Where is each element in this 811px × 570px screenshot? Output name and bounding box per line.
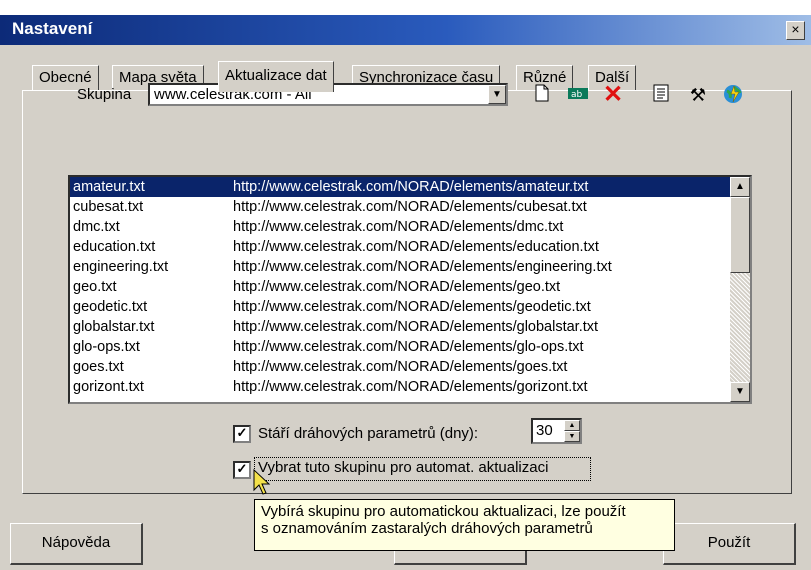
list-item[interactable]: engineering.txt http://www.celestrak.com/… [70, 257, 730, 277]
close-button[interactable]: × [786, 21, 805, 40]
list-item[interactable]: amateur.txt http://www.celestrak.com/NORA… [70, 177, 730, 197]
properties-icon[interactable] [649, 83, 673, 107]
list-item[interactable]: globalstar.txt http://www.celestrak.com/N… [70, 317, 730, 337]
spin-up-icon[interactable]: ▲ [564, 420, 580, 431]
list-item[interactable]: education.txt http://www.celestrak.com/NO… [70, 237, 730, 257]
spinner-buttons[interactable]: ▲ ▼ [564, 420, 580, 442]
scroll-thumb[interactable] [730, 197, 750, 273]
help-button[interactable]: Nápověda [10, 523, 143, 565]
age-checkbox[interactable]: ✓ [233, 425, 251, 443]
tab-data-update[interactable]: Aktualizace dat [218, 61, 334, 92]
list-item[interactable]: geodetic.txt http://www.celestrak.com/NOR… [70, 297, 730, 317]
list-item[interactable]: dmc.txt http://www.celestrak.com/NORAD/el… [70, 217, 730, 237]
title-bar: Nastavení × [0, 15, 811, 45]
list-item[interactable]: gorizont.txt http://www.celestrak.com/NOR… [70, 377, 730, 397]
window-title: Nastavení [12, 19, 93, 38]
auto-update-label: Vybrat tuto skupinu pro automat. aktuali… [258, 459, 549, 476]
source-list[interactable]: amateur.txt http://www.celestrak.com/NORA… [68, 175, 752, 404]
apply-button[interactable]: Použít [663, 523, 796, 565]
list-item[interactable]: goes.txt http://www.celestrak.com/NORAD/e… [70, 357, 730, 377]
new-document-icon[interactable] [530, 83, 554, 107]
tooltip-line-1: Vybírá skupinu pro automatickou aktualiz… [261, 503, 626, 520]
svg-text:ab: ab [571, 90, 583, 100]
chevron-down-icon[interactable]: ▼ [488, 85, 506, 104]
tools-icon[interactable]: ⚒ [686, 83, 710, 107]
age-label: Stáří dráhových parametrů (dny): [258, 425, 479, 442]
update-globe-icon[interactable] [721, 83, 745, 107]
spin-down-icon[interactable]: ▼ [564, 431, 580, 442]
list-item[interactable]: geo.txt http://www.celestrak.com/NORAD/el… [70, 277, 730, 297]
list-item[interactable]: glo-ops.txt http://www.celestrak.com/NORA… [70, 337, 730, 357]
edit-field-icon[interactable]: ab [566, 83, 590, 107]
tooltip-line-2: s oznamováním zastaralých dráhových para… [261, 520, 593, 537]
scroll-up-icon[interactable]: ▲ [730, 177, 750, 197]
list-scrollbar[interactable]: ▲ ▼ [730, 177, 750, 402]
age-spinner[interactable]: 30 ▲ ▼ [531, 418, 582, 444]
list-item[interactable]: cubesat.txt http://www.celestrak.com/NORA… [70, 197, 730, 217]
mouse-cursor-icon [252, 468, 272, 496]
group-label: Skupina [77, 86, 132, 103]
tooltip: Vybírá skupinu pro automatickou aktualiz… [254, 499, 675, 551]
delete-icon[interactable]: ✕ [601, 83, 625, 107]
auto-update-checkbox[interactable]: ✓ [233, 461, 251, 479]
age-value: 30 [536, 422, 553, 439]
scroll-down-icon[interactable]: ▼ [730, 382, 750, 402]
